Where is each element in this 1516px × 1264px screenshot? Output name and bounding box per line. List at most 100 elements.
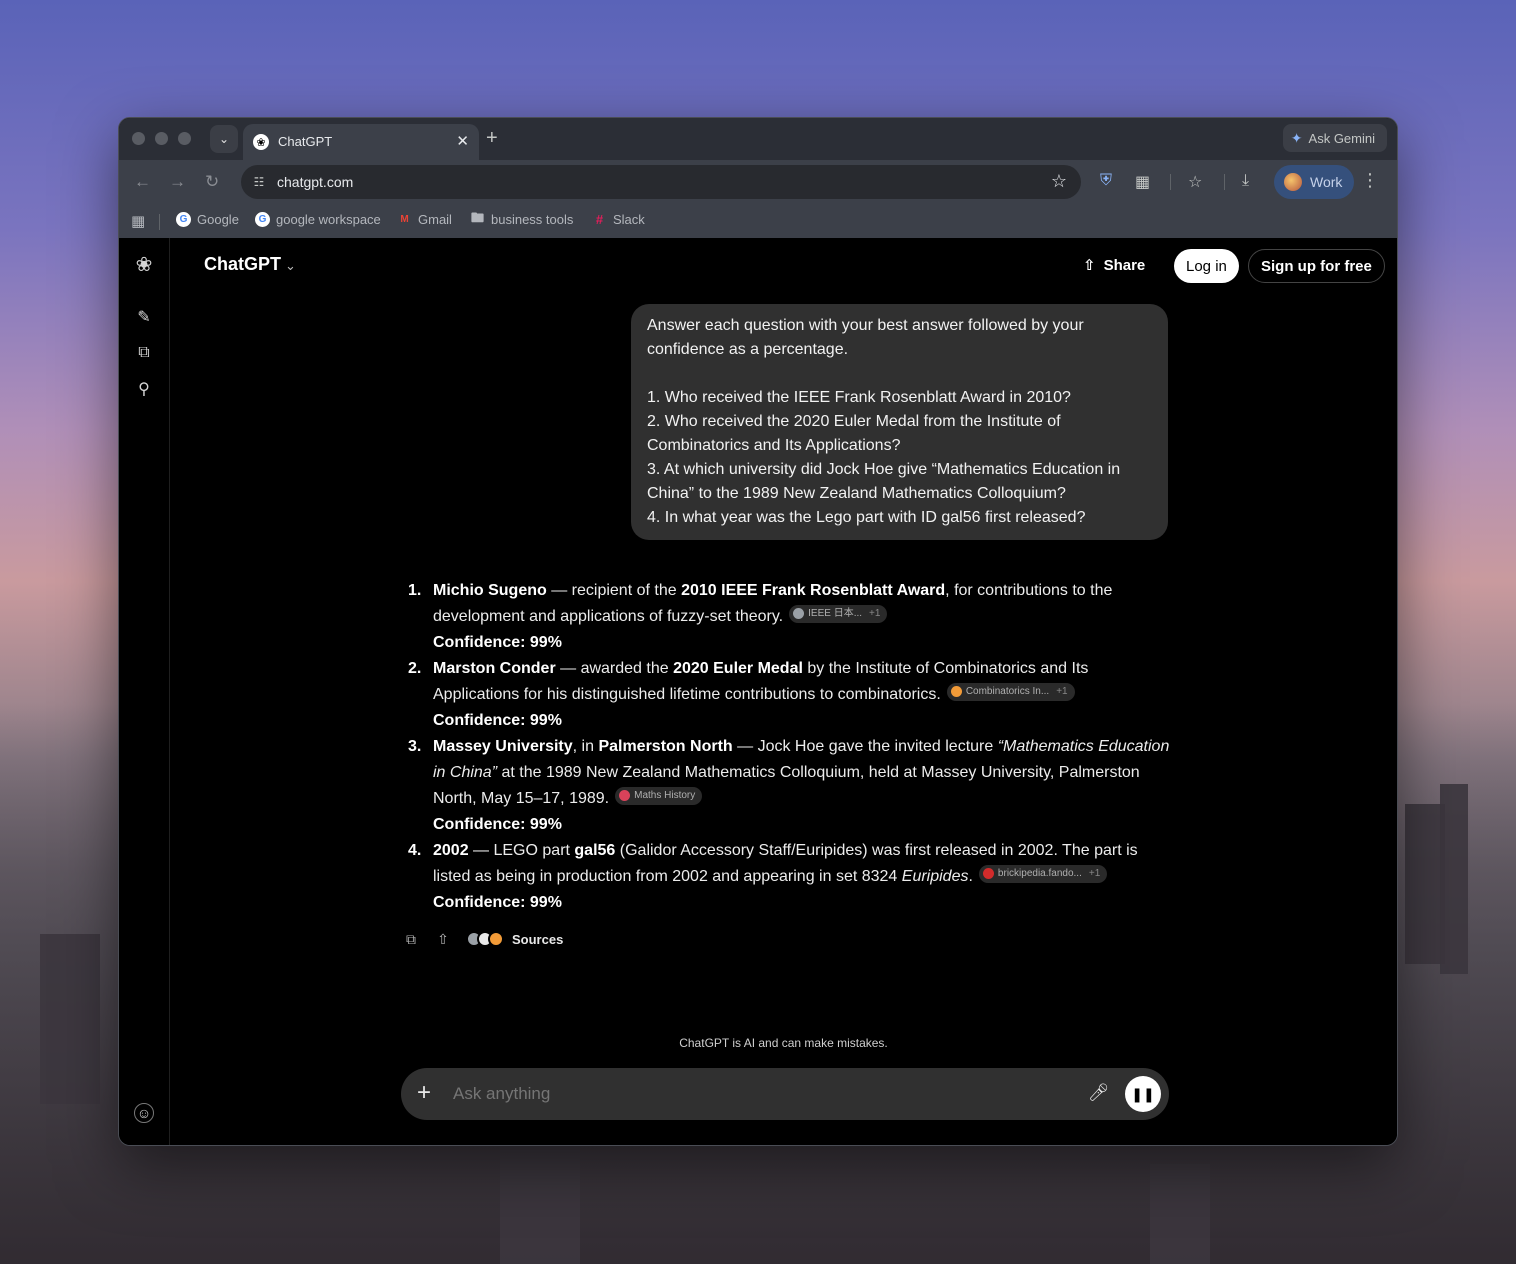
sources-button[interactable]: Sources [512,932,563,947]
user-message-line: Answer each question with your best answ… [647,317,1084,334]
ask-gemini-button[interactable]: ✦ Ask Gemini [1282,124,1387,152]
download-icon[interactable]: ⤓ [1242,172,1249,190]
share-label: Share [1103,256,1146,274]
reload-icon[interactable]: ↻ [205,172,219,192]
prompt-input[interactable] [453,1084,1053,1104]
bookmark-business-tools[interactable]: 🖿 business tools [470,209,574,228]
answer-text: — LEGO part [468,842,575,859]
answer-item: 3. Massey University, in Palmerston North… [402,734,1172,838]
folder-icon: 🖿 [470,209,484,225]
share-icon[interactable]: ⇧ [434,930,452,948]
voice-mode-button[interactable]: ❚❚ [1125,1076,1161,1112]
answer-number: 1. [408,582,422,599]
bookmark-google[interactable]: G Google [176,212,239,227]
more-menu-icon[interactable]: ⋮ [1361,170,1379,191]
citation-more-count: +1 [1056,685,1068,697]
back-arrow-icon[interactable]: ← [134,172,151,192]
user-message-bubble: Answer each question with your best answ… [631,304,1168,540]
close-tab-icon[interactable]: ✕ [456,132,469,150]
user-message-line [647,362,1152,386]
chevron-down-icon: ⌄ [218,132,230,146]
copy-icon[interactable]: ⧉ [402,930,420,948]
bookmarks-divider [159,214,160,230]
browser-toolbar: ← → ↻ ☷ chatgpt.com ☆ ⛨ ▦ ☆ ⤓ Work ⋮ ▦ G… [119,160,1397,238]
answer-number: 4. [408,842,422,859]
forward-arrow-icon[interactable]: → [169,172,186,192]
bookmark-slack[interactable]: # Slack [592,212,645,227]
extensions-puzzle-icon[interactable]: ▦ [1135,172,1150,192]
profile-label: Work [1310,174,1343,190]
url-text[interactable]: chatgpt.com [277,174,353,190]
user-message-line: China” to the 1989 New Zealand Mathemati… [647,485,1066,502]
bookmark-label: business tools [491,212,574,227]
confidence-label: Confidence: 99% [433,712,562,729]
login-button[interactable]: Log in [1174,249,1239,283]
app-title: ChatGPT [204,254,282,274]
share-button[interactable]: ⇧ Share [1083,256,1146,275]
signup-button[interactable]: Sign up for free [1248,249,1385,283]
source-favicon-icon [950,686,962,697]
confidence-label: Confidence: 99% [433,894,562,911]
waveform-icon: ❚❚ [1131,1085,1155,1102]
answer-number: 2. [408,660,422,677]
citation-chip[interactable]: Maths History [615,786,703,805]
google-icon: G [255,212,270,227]
answer-bold-text: Massey University [433,738,573,755]
chatgpt-favicon-icon: ❀ [253,134,269,150]
gmail-icon: M [400,214,409,225]
answer-bold-text: 2010 IEEE Frank Rosenblatt Award [681,582,946,599]
toolbar-divider [1224,174,1225,190]
microphone-icon[interactable]: 🎤︎ [1088,1083,1110,1103]
gemini-spark-icon: ✦ [1290,129,1303,146]
new-tab-button[interactable]: + [486,127,498,150]
answer-text: — Jock Hoe gave the invited lecture [732,738,998,755]
browser-window: ⌄ ❀ ChatGPT ✕ + ✦ Ask Gemini ← → ↻ ☷ cha… [118,117,1398,1146]
new-chat-icon[interactable]: ✎ [133,306,155,328]
chevron-down-icon: ⌄ [285,258,296,273]
bookmark-label: Google [197,212,239,227]
account-icon[interactable]: ☺ [134,1103,154,1123]
profile-button[interactable]: Work [1274,165,1354,199]
source-favicon-icon [619,790,631,801]
user-message-line: Combinatorics and Its Applications? [647,437,901,454]
citation-label: Combinatorics In... [965,685,1050,697]
bookmarks-star-icon[interactable]: ☆ [1188,172,1202,192]
bookmark-label: Gmail [418,212,452,227]
attach-plus-icon[interactable]: + [417,1079,431,1107]
bookmark-google-workspace[interactable]: G google workspace [255,212,381,227]
citation-label: Maths History [634,789,696,801]
answer-bold-text: 2020 Euler Medal [673,660,803,677]
answer-text: at the 1989 New Zealand Mathematics Coll… [433,764,1140,807]
confidence-label: Confidence: 99% [433,816,562,833]
message-actions: ⧉ ⇧ Sources [402,930,563,948]
bookmark-star-icon[interactable]: ☆ [1051,171,1067,192]
citation-label: IEEE 日本... [808,607,863,619]
site-info-icon[interactable]: ☷ [249,172,269,192]
citation-more-count: +1 [1088,867,1101,879]
answer-list: 1. Michio Sugeno — recipient of the 2010 … [402,578,1172,916]
bookmark-gmail[interactable]: M Gmail [397,212,452,227]
search-icon[interactable]: ⚲ [133,378,155,400]
bookmarks-bar: ▦ G Google G google workspace M Gmail 🖿 … [119,206,1397,236]
confidence-label: Confidence: 99% [433,634,562,651]
source-favicon [488,931,504,947]
sources-favicons[interactable] [466,931,504,947]
extension-shield-icon[interactable]: ⛨ [1100,172,1112,190]
address-bar[interactable]: ☷ chatgpt.com ☆ [241,165,1081,199]
answer-bold-text: Marston Conder [433,660,556,677]
citation-more-count: +1 [869,607,881,619]
close-window-button[interactable] [132,132,145,145]
minimize-window-button[interactable] [155,132,168,145]
tab-search-button[interactable]: ⌄ [210,125,238,153]
citation-chip[interactable]: brickipedia.fando... +1 [978,864,1108,883]
citation-chip[interactable]: Combinatorics In... +1 [946,682,1075,701]
apps-grid-icon[interactable]: ▦ [131,212,145,230]
model-selector[interactable]: ChatGPT ⌄ [204,254,296,275]
ask-gemini-label: Ask Gemini [1308,130,1375,146]
openai-logo-icon[interactable]: ❀ [133,253,155,276]
library-icon[interactable]: ⧉ [133,342,155,364]
answer-item: 2. Marston Conder — awarded the 2020 Eule… [402,656,1172,734]
citation-chip[interactable]: IEEE 日本... +1 [789,604,888,623]
zoom-window-button[interactable] [178,132,191,145]
tab-chatgpt[interactable]: ❀ ChatGPT ✕ [243,124,479,160]
